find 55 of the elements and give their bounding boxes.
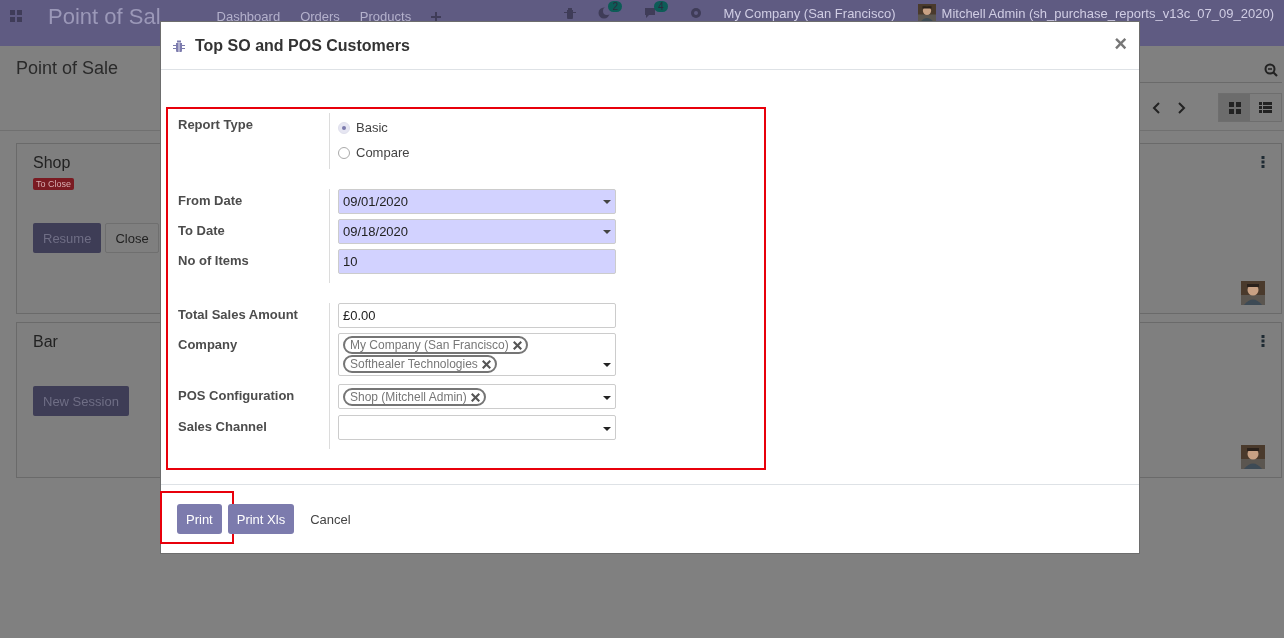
cancel-button[interactable]: Cancel bbox=[300, 504, 361, 534]
caret-icon bbox=[603, 396, 611, 400]
dialog-title: Top SO and POS Customers bbox=[195, 36, 410, 55]
input-field[interactable]: 10 bbox=[338, 249, 616, 274]
input-field[interactable]: £0.00 bbox=[338, 303, 616, 328]
menu-item[interactable]: Dashboard bbox=[216, 9, 281, 24]
caret-icon bbox=[603, 199, 611, 204]
status-badge: To Close bbox=[33, 178, 74, 190]
caret-icon bbox=[603, 427, 611, 431]
user-menu[interactable]: Mitchell Admin (sh_purchase_reports_v13c_07_09_2020) bbox=[941, 5, 1274, 21]
app-title: Point of Sal bbox=[48, 4, 161, 30]
company-switcher[interactable]: My Company (San Francisco) bbox=[723, 5, 896, 21]
radio-button[interactable] bbox=[338, 146, 350, 159]
next-icon[interactable] bbox=[1178, 101, 1186, 114]
search-icon[interactable] bbox=[1264, 63, 1278, 77]
tag[interactable]: My Company (San Francisco) bbox=[343, 336, 528, 354]
remove-icon[interactable] bbox=[481, 359, 491, 369]
list-icon bbox=[1259, 102, 1272, 113]
print-button[interactable]: Print bbox=[177, 504, 222, 534]
tags-field[interactable]: My Company (San Francisco) Softhealer Technologies bbox=[338, 333, 616, 376]
more-icon[interactable] bbox=[1261, 156, 1265, 168]
tags-field[interactable]: Shop (Mitchell Admin) bbox=[338, 384, 616, 409]
select-field[interactable] bbox=[338, 415, 616, 440]
radio-label[interactable]: Compare bbox=[356, 145, 410, 160]
field-label: No of Items bbox=[178, 253, 250, 270]
card-title: Bar bbox=[33, 333, 58, 351]
close-button[interactable]: × bbox=[1114, 32, 1127, 59]
field-label: Sales Channel bbox=[178, 419, 268, 436]
remove-icon[interactable] bbox=[512, 340, 522, 350]
card-title: Shop bbox=[33, 154, 71, 172]
radio-label[interactable]: Basic bbox=[356, 120, 388, 135]
caret-icon bbox=[603, 363, 611, 367]
field-label: POS Configuration bbox=[178, 388, 296, 405]
bug-icon bbox=[173, 39, 185, 52]
field-label: Total Sales Amount bbox=[178, 307, 299, 324]
plus-icon[interactable] bbox=[431, 11, 442, 22]
field-label: From Date bbox=[178, 193, 244, 210]
tag[interactable]: Softhealer Technologies bbox=[343, 355, 497, 373]
date-field[interactable]: 09/01/2020 bbox=[338, 189, 616, 214]
caret-icon bbox=[603, 229, 611, 234]
date-field[interactable]: 09/18/2020 bbox=[338, 219, 616, 244]
card-button[interactable]: Close bbox=[105, 223, 159, 253]
previous-icon[interactable] bbox=[1152, 101, 1160, 114]
menu-item[interactable]: Products bbox=[359, 9, 412, 24]
kanban-view-button[interactable] bbox=[1219, 94, 1250, 121]
breadcrumb: Point of Sale bbox=[16, 58, 119, 80]
field-label: Company bbox=[178, 337, 239, 354]
grid-icon bbox=[1228, 101, 1241, 114]
tag[interactable]: Shop (Mitchell Admin) bbox=[343, 388, 486, 406]
menu-item[interactable]: Orders bbox=[300, 9, 340, 24]
more-icon[interactable] bbox=[1261, 335, 1265, 347]
print-button[interactable]: Print Xls bbox=[227, 504, 295, 534]
field-label: To Date bbox=[178, 223, 226, 240]
field-label: Report Type bbox=[178, 117, 254, 134]
remove-icon[interactable] bbox=[470, 392, 480, 402]
